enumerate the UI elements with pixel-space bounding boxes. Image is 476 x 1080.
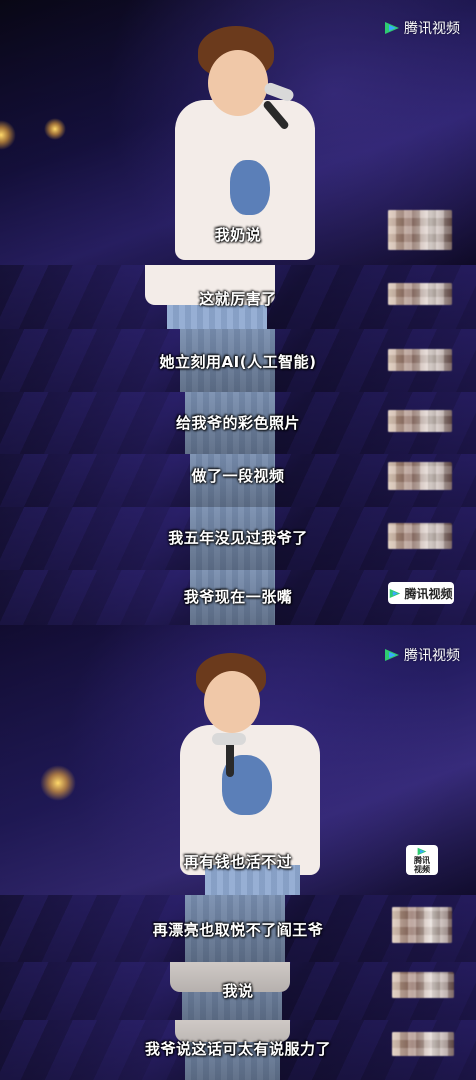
stage-light [0, 120, 16, 150]
video-frame-6: 我五年没见过我爷了 [0, 507, 476, 570]
subtitle: 我奶说 [214, 226, 262, 244]
subtitle: 再漂亮也取悦不了阎王爷 [152, 921, 324, 939]
subtitle: 她立刻用AI(人工智能) [159, 353, 317, 371]
stage-light [44, 118, 66, 140]
tencent-video-icon [384, 648, 400, 662]
video-frame-8: 腾讯视频 腾讯 视频 再有钱也活不过 [0, 625, 476, 895]
subtitle: 给我爷的彩色照片 [175, 414, 300, 432]
subtitle: 做了一段视频 [191, 467, 285, 485]
tencent-video-logo: 腾讯视频 [384, 18, 460, 38]
subtitle: 我五年没见过我爷了 [168, 529, 308, 547]
video-frame-9: 再漂亮也取悦不了阎王爷 [0, 895, 476, 962]
tencent-video-logo: 腾讯视频 [384, 645, 460, 665]
tencent-video-badge: 腾讯视频 [388, 582, 454, 604]
video-frame-5: 做了一段视频 [0, 454, 476, 507]
logo-text: 腾讯视频 [404, 648, 460, 664]
microphone-head [212, 733, 246, 745]
badge-text: 腾讯视频 [404, 586, 453, 601]
face [204, 671, 260, 733]
shirt-print [230, 160, 270, 215]
tencent-video-badge: 腾讯 视频 [406, 845, 438, 875]
subtitle: 我说 [222, 982, 254, 1000]
tencent-video-icon [417, 847, 427, 855]
subtitle: 这就厉害了 [199, 290, 277, 308]
video-frame-10: 我说 [0, 962, 476, 1020]
video-frame-7: 腾讯视频 我爷现在一张嘴 [0, 570, 476, 625]
tencent-video-icon [384, 21, 400, 35]
badge-text-line2: 视频 [414, 864, 430, 874]
subtitle: 再有钱也活不过 [183, 853, 293, 871]
video-frame-4: 给我爷的彩色照片 [0, 392, 476, 454]
video-frame-1: 腾讯视频 我奶说 [0, 0, 476, 265]
subtitle: 我爷说这话可太有说服力了 [144, 1040, 331, 1058]
badge-text-line1: 腾讯 [414, 855, 430, 865]
face [208, 50, 268, 116]
video-frame-2: 这就厉害了 [0, 265, 476, 329]
video-frame-11: 我爷说这话可太有说服力了 [0, 1020, 476, 1080]
logo-text: 腾讯视频 [404, 21, 460, 37]
video-frame-3: 她立刻用AI(人工智能) [0, 329, 476, 392]
stage-light [40, 765, 76, 801]
tencent-video-icon [390, 588, 401, 598]
